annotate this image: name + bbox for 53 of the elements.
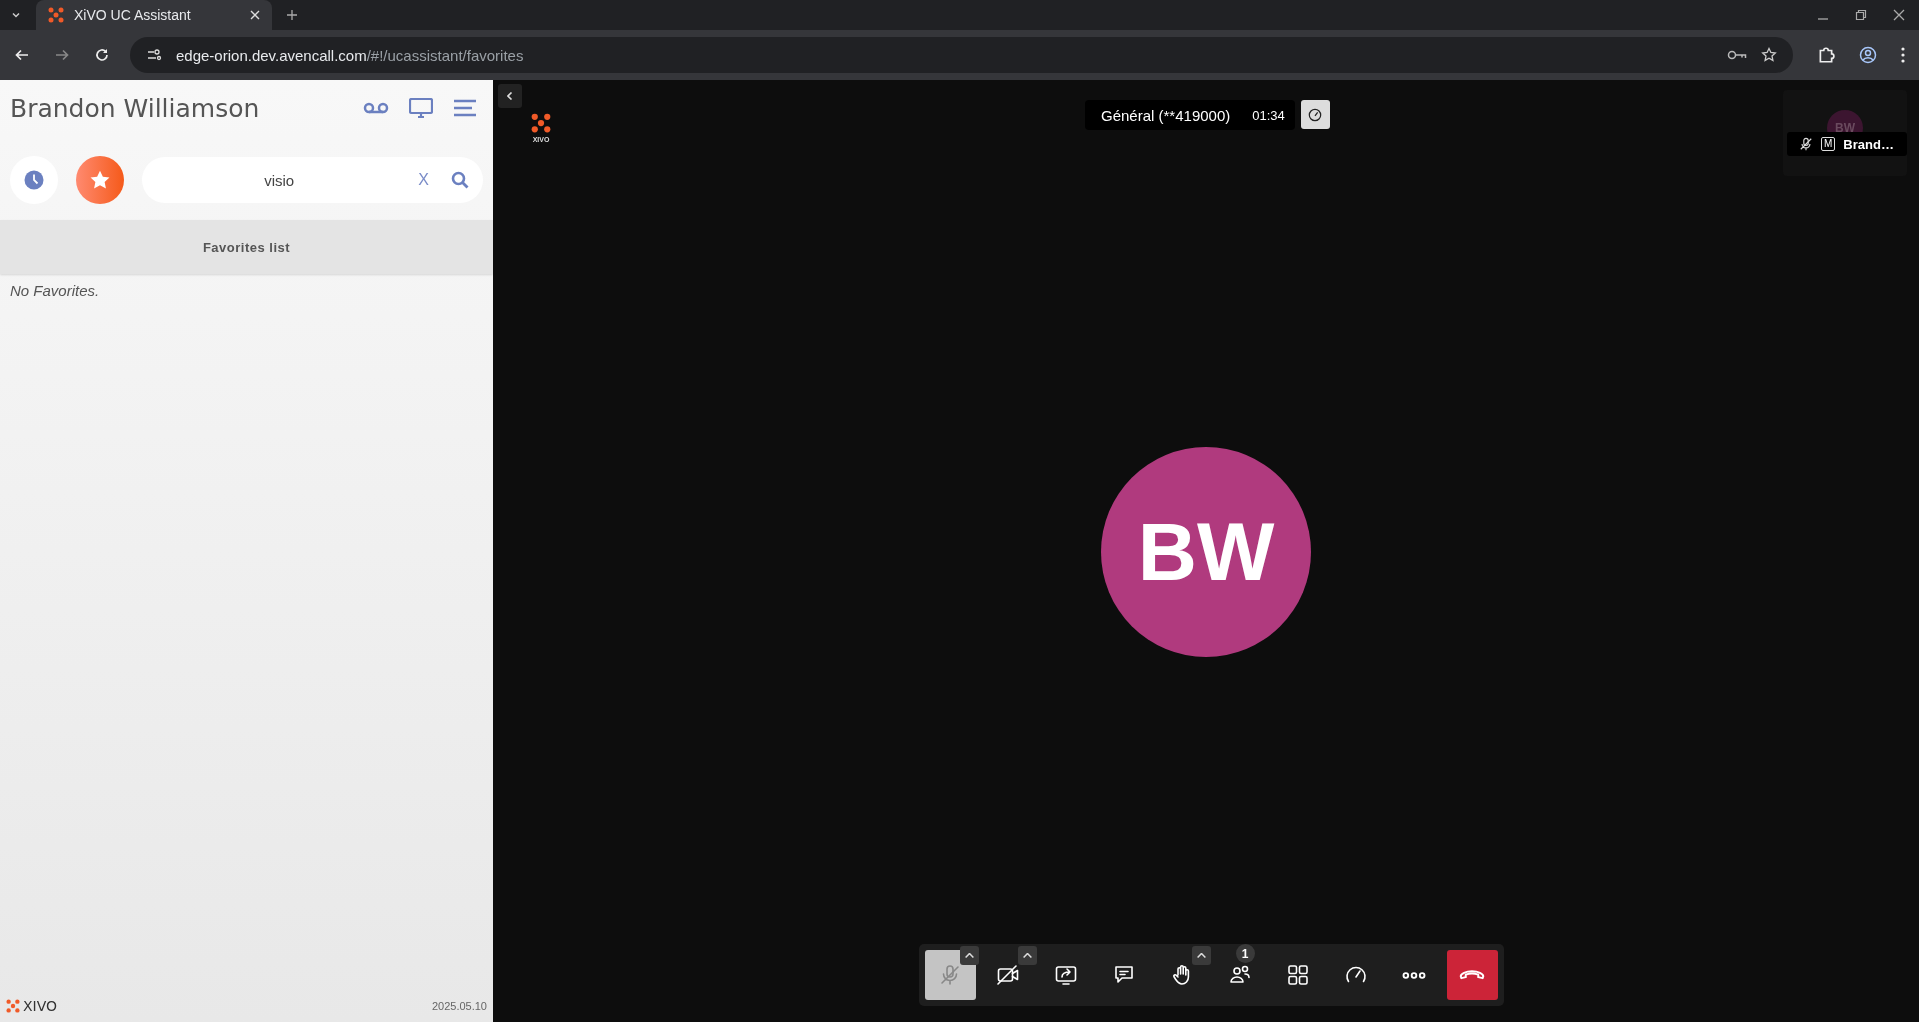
participant-count: 1 — [1235, 944, 1255, 963]
browser-tab[interactable]: XiVO UC Assistant — [36, 0, 272, 30]
room-name: Général (**419000) — [1101, 106, 1231, 124]
hang-up-icon — [1459, 970, 1485, 980]
forward-icon[interactable] — [54, 47, 70, 63]
camera-off-icon — [996, 963, 1020, 987]
user-name: Brandon Williamson — [10, 93, 260, 123]
caret-up-icon — [1196, 953, 1206, 958]
brand-name: XIVO — [23, 998, 58, 1014]
address-bar[interactable]: edge-orion.dev.avencall.com/#!/ucassistant/favorites — [130, 37, 1793, 73]
profile-icon[interactable] — [1859, 46, 1877, 64]
gauge-icon — [1308, 107, 1323, 122]
xivo-logo-icon — [531, 113, 551, 133]
chevron-left-icon — [507, 92, 513, 100]
history-button[interactable] — [10, 156, 58, 204]
close-icon[interactable] — [1893, 9, 1905, 21]
clock-icon — [24, 170, 44, 190]
share-screen-icon — [1054, 963, 1078, 987]
hang-up-button[interactable] — [1446, 950, 1498, 1000]
back-icon[interactable] — [14, 47, 30, 63]
star-icon — [89, 169, 111, 191]
grid-icon — [1286, 963, 1310, 987]
reload-icon[interactable] — [94, 47, 110, 63]
search-field[interactable]: visio X — [142, 157, 483, 203]
options-caret-button[interactable] — [1191, 946, 1211, 965]
caret-up-icon — [1022, 953, 1032, 958]
xivo-logo-icon — [6, 999, 20, 1013]
favorites-button[interactable] — [76, 156, 124, 204]
options-caret-button[interactable] — [1017, 946, 1037, 965]
caret-up-icon — [964, 953, 974, 958]
microphone-button[interactable] — [924, 950, 976, 1000]
monitor-icon[interactable] — [409, 98, 433, 118]
key-icon[interactable] — [1727, 49, 1747, 61]
call-duration: 01:34 — [1252, 107, 1285, 123]
restore-icon[interactable] — [1855, 9, 1867, 21]
extensions-icon[interactable] — [1817, 46, 1835, 64]
empty-message: No Favorites. — [9, 281, 101, 301]
bookmark-star-icon[interactable] — [1761, 47, 1777, 63]
voicemail-icon[interactable] — [363, 102, 389, 114]
new-tab-icon[interactable] — [286, 9, 298, 21]
xivo-logo-icon — [48, 7, 64, 23]
options-caret-button[interactable] — [959, 946, 979, 965]
menu-icon[interactable] — [1901, 47, 1905, 63]
microphone-off-icon — [938, 963, 962, 987]
moderator-badge: M — [1821, 137, 1836, 151]
list-title: Favorites list — [202, 239, 291, 255]
version-text: 2025.05.10 — [431, 1000, 487, 1012]
connection-quality-button[interactable] — [1300, 100, 1330, 129]
more-icon — [1402, 971, 1426, 979]
avatar: BW — [1101, 447, 1311, 657]
collapse-button[interactable] — [498, 84, 522, 108]
search-icon[interactable] — [451, 171, 469, 189]
site-settings-icon[interactable] — [146, 47, 162, 63]
